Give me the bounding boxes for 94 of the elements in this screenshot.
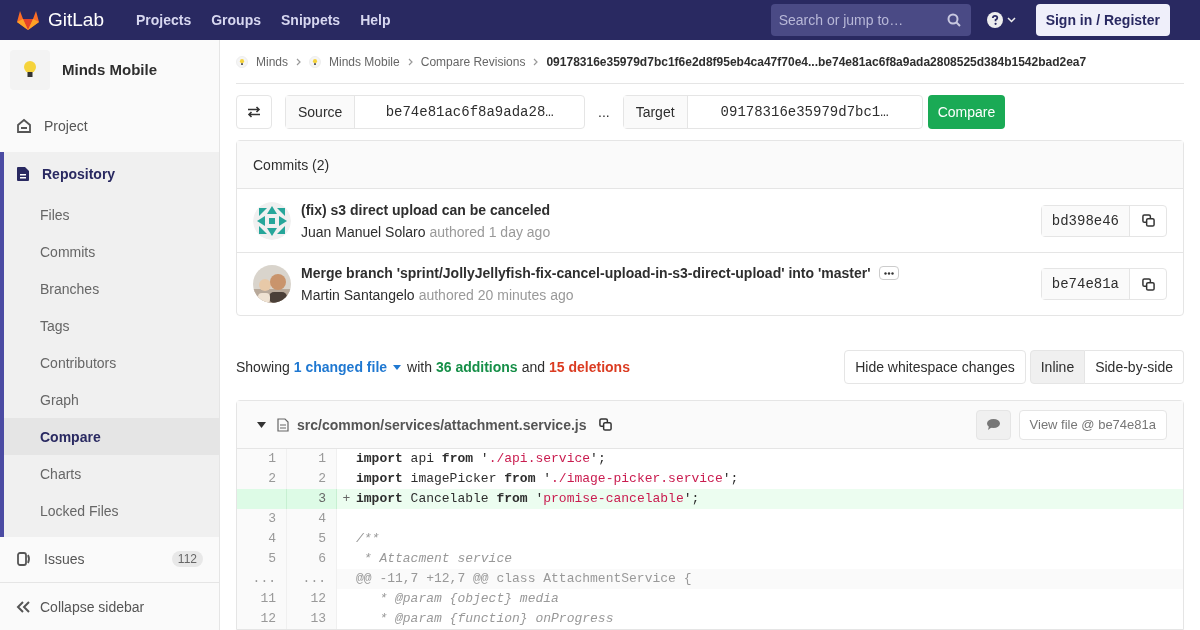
comment-button[interactable] [975, 409, 1011, 440]
count-badge: 112 [171, 551, 203, 567]
source-selector[interactable]: Source be74e81ac6f8a9ada28… [285, 95, 585, 129]
with-label: with [407, 358, 432, 377]
copy-path-button[interactable] [598, 418, 612, 431]
code-text: import imagePicker from './image-picker.service'; [356, 470, 739, 489]
chevron-right-icon [407, 57, 413, 66]
breadcrumb-link[interactable]: 09178316e35979d7bc1f6e2d8f95eb4ca47f70e4...be74e81ac6f8a9ada2808525d384b1542bad2ea7 [546, 53, 1087, 70]
sidebar-subitem[interactable]: Charts [4, 455, 219, 492]
sidebar-label: Issues [44, 550, 85, 569]
code-text: @@ -11,7 +12,7 @@ class AttachmentService { [356, 570, 692, 589]
search-icon [946, 13, 961, 27]
ellipsis-icon [883, 271, 894, 275]
source-value: be74e81ac6f8a9ada28… [384, 103, 555, 122]
help-dropdown[interactable] [986, 12, 1016, 28]
sidebar-label: Project [44, 117, 88, 136]
commits-title: Commits (2) [253, 155, 330, 175]
home-icon [16, 118, 32, 134]
identicon-avatar [253, 201, 291, 240]
sidebar-subitem[interactable]: Commits [4, 233, 219, 270]
lightbulb-icon [23, 60, 37, 80]
chevron-down-icon [1006, 17, 1016, 23]
search-field[interactable]: Search or jump to… [770, 4, 971, 36]
help-icon [986, 12, 1003, 28]
target-value: 09178316e35979d7bc1… [719, 103, 890, 122]
commit-title[interactable]: Merge branch 'sprint/JollyJellyfish-fix-cancel-upload-in-s3-direct-upload' into 'master' [301, 263, 871, 283]
diff-sign: + [342, 490, 351, 509]
sidebar-subitem[interactable]: Branches [4, 270, 219, 307]
commit-sha[interactable]: bd398e46 [1041, 205, 1130, 236]
view-file-button[interactable]: View file @ be74e81a [1018, 409, 1167, 440]
sign-in-button[interactable]: Sign in / Register [1035, 4, 1170, 36]
copy-icon [1141, 277, 1155, 291]
fox-logo-icon [16, 9, 40, 31]
document-icon [16, 166, 30, 182]
sidebar-subitem[interactable]: Locked Files [4, 492, 219, 529]
breadcrumb-link[interactable]: Minds [256, 53, 288, 70]
sidebar-item[interactable]: Repository [4, 152, 219, 196]
code-text: * @param {object} media [378, 590, 559, 609]
breadcrumb-link[interactable]: Compare Revisions [420, 53, 526, 70]
nav-link[interactable]: Projects [136, 10, 192, 30]
collapse-sidebar-button[interactable]: Collapse sidebar [0, 582, 219, 630]
nav-link[interactable]: Groups [211, 10, 261, 30]
lightbulb-icon [236, 55, 248, 68]
lightbulb-icon [309, 55, 321, 68]
sidebar-subitem[interactable]: Graph [4, 381, 219, 418]
more-button[interactable] [878, 266, 899, 280]
issues-icon [16, 551, 32, 567]
commit-meta: authored 20 minutes ago [418, 286, 574, 305]
copy-icon [598, 418, 612, 431]
sidebar-subitem[interactable]: Compare [4, 418, 219, 455]
commit-sha[interactable]: be74e81a [1041, 269, 1130, 299]
code-text: * Attacment service [362, 550, 513, 569]
breadcrumb-link[interactable]: Minds Mobile [329, 53, 400, 70]
sidebar-item[interactable]: Project [0, 104, 219, 148]
target-selector[interactable]: Target 09178316e35979d7bc1… [622, 95, 923, 129]
caret-icon [393, 364, 402, 370]
range-separator: ... [598, 103, 610, 122]
caret-icon [256, 421, 266, 428]
double-chevron-left-icon [16, 600, 30, 613]
swap-arrows-icon [247, 106, 261, 118]
sidebar-item[interactable]: Issues 112 [0, 537, 219, 581]
source-label: Source [286, 96, 356, 128]
chevron-right-icon [533, 57, 539, 66]
commit-author[interactable]: Martin Santangelo [301, 285, 415, 305]
file-icon [277, 417, 289, 432]
target-label: Target [623, 96, 688, 128]
code-text: import Cancelable from 'promise-cancelable'; [356, 490, 700, 509]
commit-meta: authored 1 day ago [429, 222, 551, 242]
code-text: /** [356, 530, 380, 549]
speech-bubble-icon [986, 419, 1000, 430]
showing-label: Showing [236, 358, 290, 377]
deletions-count: 15 deletions [549, 358, 630, 377]
code-text: import api from './api.service'; [356, 450, 606, 469]
nav-link[interactable]: Snippets [281, 10, 341, 30]
changed-files-dropdown[interactable]: 1 changed file [293, 357, 402, 377]
sidebar-subitem[interactable]: Files [4, 196, 219, 233]
code-text: * @param {function} onProgress [378, 610, 614, 629]
view-mode-button[interactable]: Side-by-side [1085, 350, 1184, 384]
swap-button[interactable] [236, 95, 272, 129]
chevron-right-icon [296, 57, 301, 66]
sidebar-subitem[interactable]: Tags [4, 307, 219, 344]
file-path[interactable]: src/common/services/attachment.service.js [297, 414, 587, 435]
and-label: and [521, 358, 545, 377]
commit-author[interactable]: Juan Manuel Solaro [301, 221, 426, 242]
copy-icon [1141, 214, 1155, 227]
new-line-number[interactable]: 3 [287, 489, 337, 509]
sidebar-subitem[interactable]: Contributors [4, 344, 219, 381]
view-mode-button[interactable]: Inline [1029, 350, 1086, 384]
brand-name[interactable]: GitLab [48, 5, 104, 35]
nav-link[interactable]: Help [360, 10, 391, 30]
project-name[interactable]: Minds Mobile [62, 58, 157, 82]
additions-count: 36 additions [435, 358, 518, 377]
whitespace-toggle[interactable]: Hide whitespace changes [844, 350, 1026, 384]
commit-title[interactable]: (fix) s3 direct upload can be canceled [301, 199, 550, 220]
